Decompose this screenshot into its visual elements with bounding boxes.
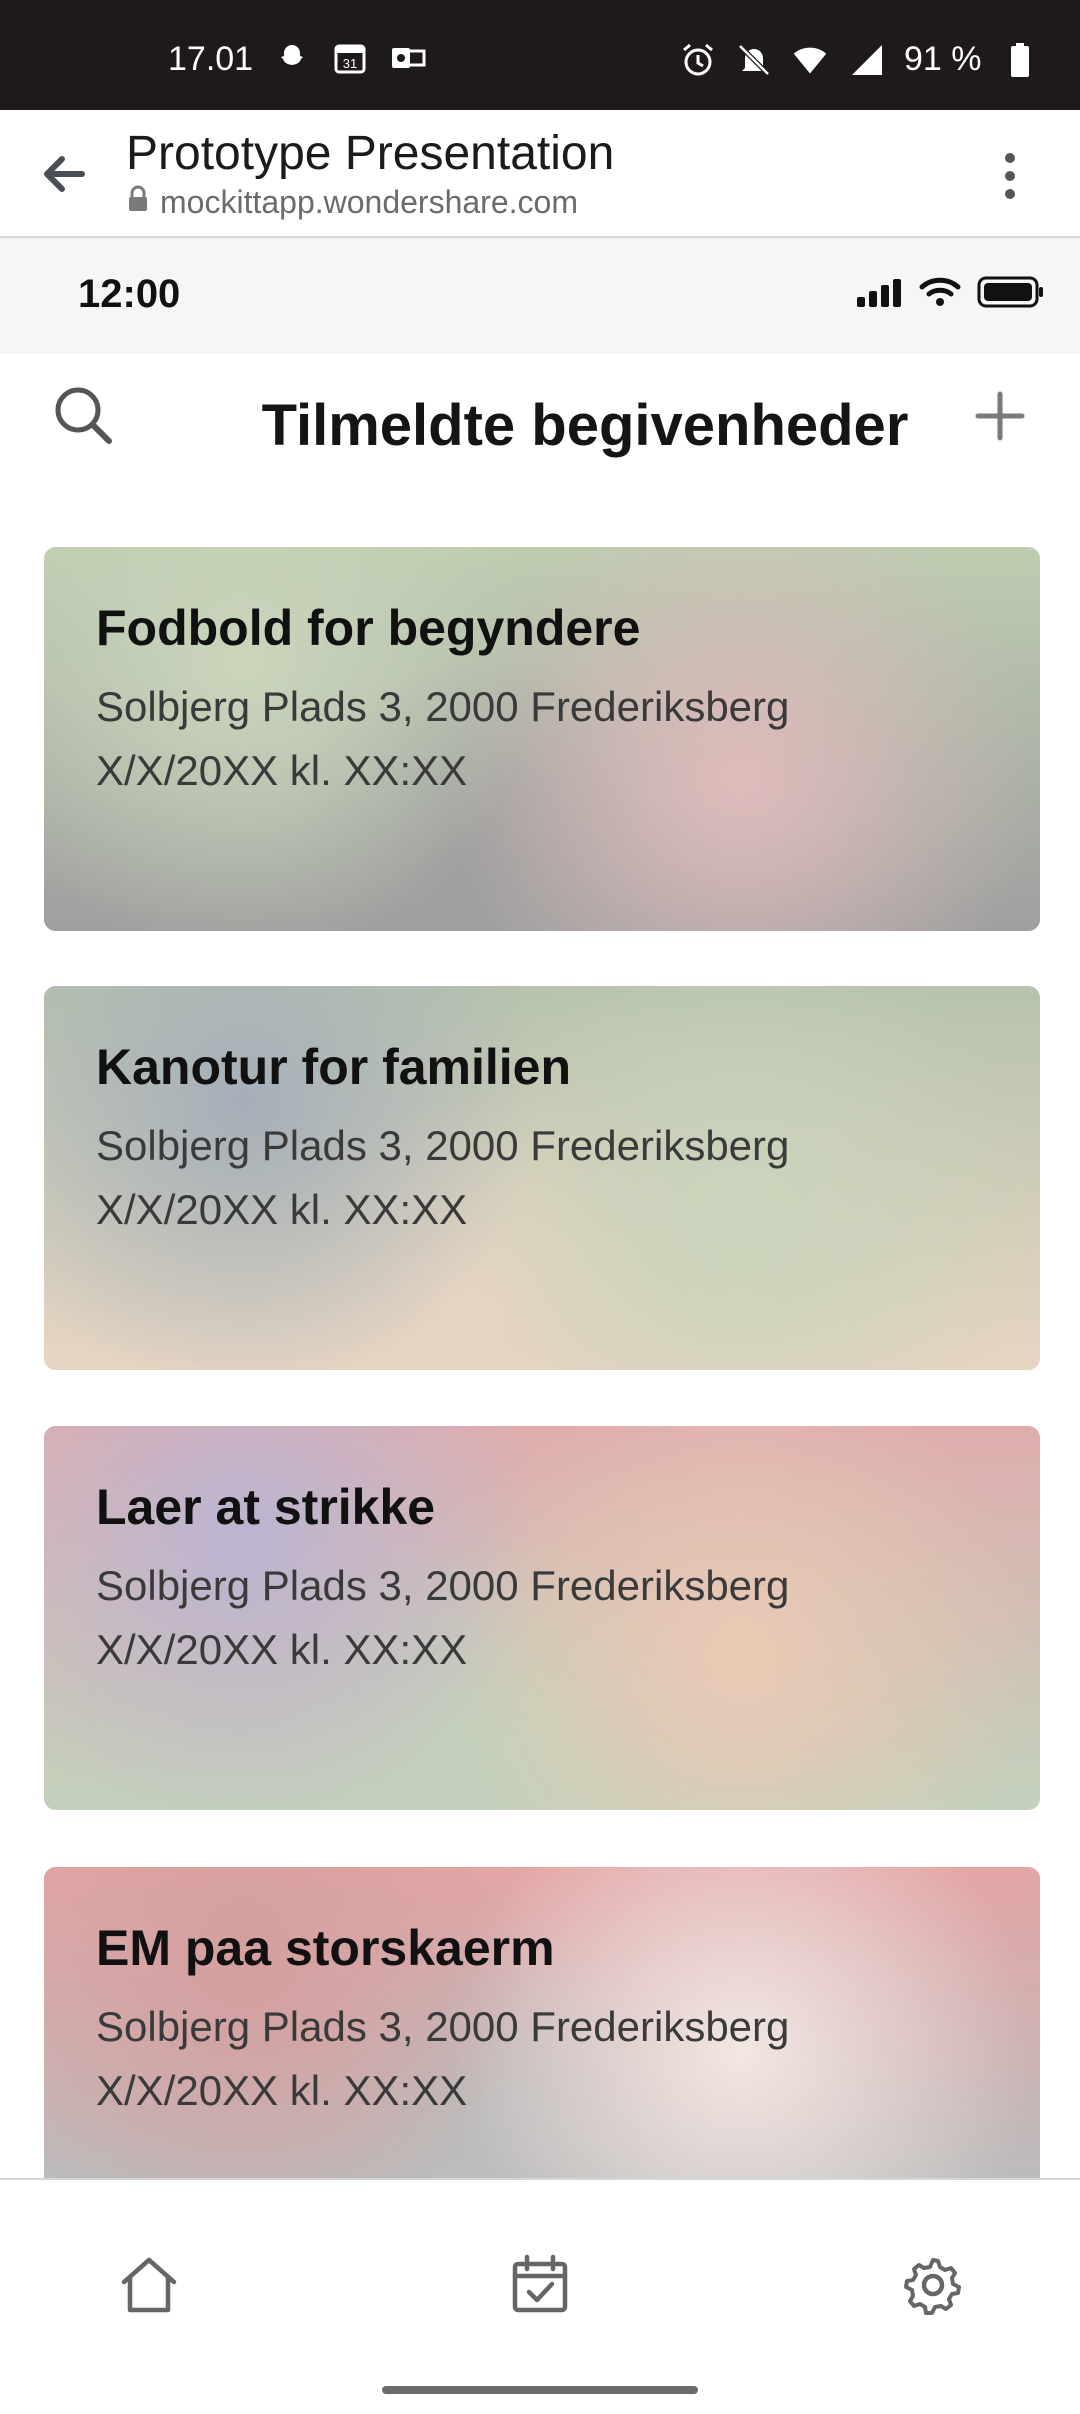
- alarm-icon: [680, 42, 716, 78]
- url-text: mockittapp.wondershare.com: [160, 184, 578, 220]
- more-options-icon[interactable]: [990, 146, 1030, 206]
- add-icon[interactable]: [974, 390, 1026, 442]
- battery-percent: 91 %: [904, 40, 982, 78]
- event-card[interactable]: EM paa storskaerm Solbjerg Plads 3, 2000…: [44, 1867, 1040, 2178]
- bottom-navigation: [0, 2178, 1080, 2414]
- event-datetime: X/X/20XX kl. XX:XX: [96, 1186, 468, 1233]
- back-arrow-icon[interactable]: [36, 146, 92, 202]
- lock-icon: [126, 184, 150, 221]
- prototype-status-icons: [855, 276, 1045, 313]
- gesture-home-bar[interactable]: [382, 2386, 698, 2394]
- event-address: Solbjerg Plads 3, 2000 Frederiksberg: [96, 1122, 790, 1169]
- cell-signal-icon: [855, 277, 903, 312]
- event-datetime: X/X/20XX kl. XX:XX: [96, 747, 468, 794]
- system-status-bar: 17.01 31 91 %: [0, 0, 1080, 110]
- page-title: Tilmeldte begivenheder: [261, 393, 909, 458]
- browser-url[interactable]: mockittapp.wondershare.com: [126, 184, 578, 221]
- event-address: Solbjerg Plads 3, 2000 Frederiksberg: [96, 1562, 790, 1609]
- home-icon[interactable]: [104, 2240, 194, 2330]
- outlook-icon: [390, 40, 426, 76]
- battery-icon: [977, 276, 1045, 313]
- event-datetime: X/X/20XX kl. XX:XX: [96, 1626, 468, 1673]
- event-datetime: X/X/20XX kl. XX:XX: [96, 2067, 468, 2114]
- battery-icon: [1002, 42, 1038, 78]
- event-card[interactable]: Laer at strikke Solbjerg Plads 3, 2000 F…: [44, 1426, 1040, 1810]
- browser-page-title: Prototype Presentation: [126, 127, 615, 180]
- event-title: Fodbold for begyndere: [96, 600, 641, 656]
- event-address: Solbjerg Plads 3, 2000 Frederiksberg: [96, 2003, 790, 2050]
- calendar-icon: 31: [332, 40, 368, 76]
- snapchat-icon: [274, 40, 310, 76]
- event-title: Laer at strikke: [96, 1479, 436, 1535]
- browser-toolbar: Prototype Presentation mockittapp.wonder…: [0, 110, 1080, 238]
- cell-signal-icon: [848, 42, 884, 78]
- event-card[interactable]: Fodbold for begyndere Solbjerg Plads 3, …: [44, 547, 1040, 931]
- prototype-time: 12:00: [78, 272, 181, 316]
- app-header: Tilmeldte begivenheder: [0, 354, 1080, 494]
- prototype-status-bar: 12:00: [0, 238, 1080, 354]
- gear-icon[interactable]: [888, 2240, 978, 2330]
- wifi-icon: [919, 276, 961, 313]
- event-address: Solbjerg Plads 3, 2000 Frederiksberg: [96, 683, 790, 730]
- calendar-badge: 31: [343, 56, 357, 71]
- system-time: 17.01: [168, 40, 254, 78]
- wifi-icon: [792, 42, 828, 78]
- status-icons: 91 %: [680, 40, 1038, 79]
- bell-off-icon: [736, 42, 772, 78]
- event-title: EM paa storskaerm: [96, 1920, 555, 1976]
- calendar-check-icon[interactable]: [495, 2240, 585, 2330]
- event-title: Kanotur for familien: [96, 1039, 572, 1095]
- event-card[interactable]: Kanotur for familien Solbjerg Plads 3, 2…: [44, 986, 1040, 1370]
- notification-icons: 31: [274, 40, 426, 76]
